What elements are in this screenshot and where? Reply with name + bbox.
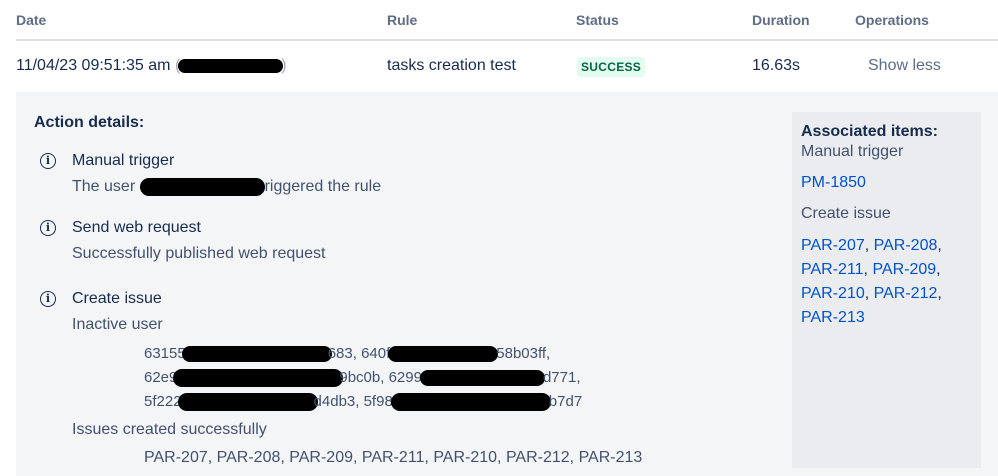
action-title: Manual trigger [72,152,175,169]
audit-date-paren-close: ) [281,57,287,74]
user-id-fragment: 62e9 [144,369,178,386]
user-id-fragment: 5f222 [144,393,182,410]
action-title: Create issue [72,290,162,307]
assoc-create-issue-label: Create issue [801,205,891,222]
redaction-mark [419,370,545,387]
issues-created-list: PAR-207, PAR-208, PAR-209, PAR-211, PAR-… [144,449,643,466]
redaction-mark [181,346,332,363]
inactive-user-ids: 5f222 d4db3, 5f98 b7d7 [144,393,583,412]
status-badge: SUCCESS [577,57,646,77]
redaction-mark [173,369,344,388]
info-circle-icon: i [40,153,56,169]
issue-link[interactable]: PAR-208 [874,237,938,254]
column-header-duration: Duration [752,12,810,28]
info-circle-icon: i [40,220,56,236]
column-header-rule: Rule [387,12,418,28]
user-id-fragment: 58b03ff, [496,345,551,362]
column-header-operations: Operations [855,12,929,28]
column-header-status: Status [576,12,619,28]
assoc-link-pm-1850[interactable]: PM-1850 [801,174,866,192]
associated-items-title: Associated items: [801,123,938,140]
inactive-user-ids: 63155 683, 640f 58b03ff, [144,345,551,363]
user-id-fragment: 9bc0b, 6299 [339,369,422,386]
redaction-mark [178,58,284,73]
issues-created-label: Issues created successfully [72,421,267,438]
user-id-fragment: d4db3, 5f98 [313,393,393,410]
redaction-mark [177,393,318,412]
issue-link[interactable]: PAR-212 [874,285,938,302]
action-desc-prefix: The user [72,178,136,196]
redaction-mark [388,346,499,363]
action-description: The user riggered the rule [72,178,381,196]
issue-link[interactable]: PAR-210 [801,285,865,302]
info-circle-icon: i [40,291,56,307]
user-id-fragment: 63155 [144,345,186,362]
duration-value: 16.63s [752,57,801,74]
inactive-user-ids: 62e9 9bc0b, 6299 d771, [144,369,581,388]
assoc-manual-trigger-label: Manual trigger [801,143,904,160]
audit-date-cell: 11/04/23 09:51:35 am () [16,57,287,75]
action-title: Send web request [72,219,201,236]
action-description: Successfully published web request [72,245,326,262]
action-details-title: Action details: [34,114,145,131]
rule-name: tasks creation test [387,57,516,74]
inactive-user-label: Inactive user [72,316,163,333]
assoc-issue-links: PAR-207, PAR-208, PAR-211, PAR-209, PAR-… [801,237,942,326]
issue-link[interactable]: PAR-209 [872,261,936,278]
header-divider [16,39,998,41]
user-id-fragment: d771, [542,369,581,386]
audit-date: 11/04/23 09:51:35 am [16,57,171,74]
issue-link[interactable]: PAR-207 [801,237,865,254]
show-less-link[interactable]: Show less [868,57,941,75]
column-header-date: Date [16,12,47,28]
redaction-mark [390,393,551,412]
user-id-fragment: 683, 640f [327,345,391,362]
user-id-fragment: b7d7 [548,393,583,410]
issue-link[interactable]: PAR-211 [801,261,864,278]
redaction-mark [139,178,265,196]
action-desc-suffix: riggered the rule [264,178,382,196]
issue-link[interactable]: PAR-213 [801,309,865,326]
